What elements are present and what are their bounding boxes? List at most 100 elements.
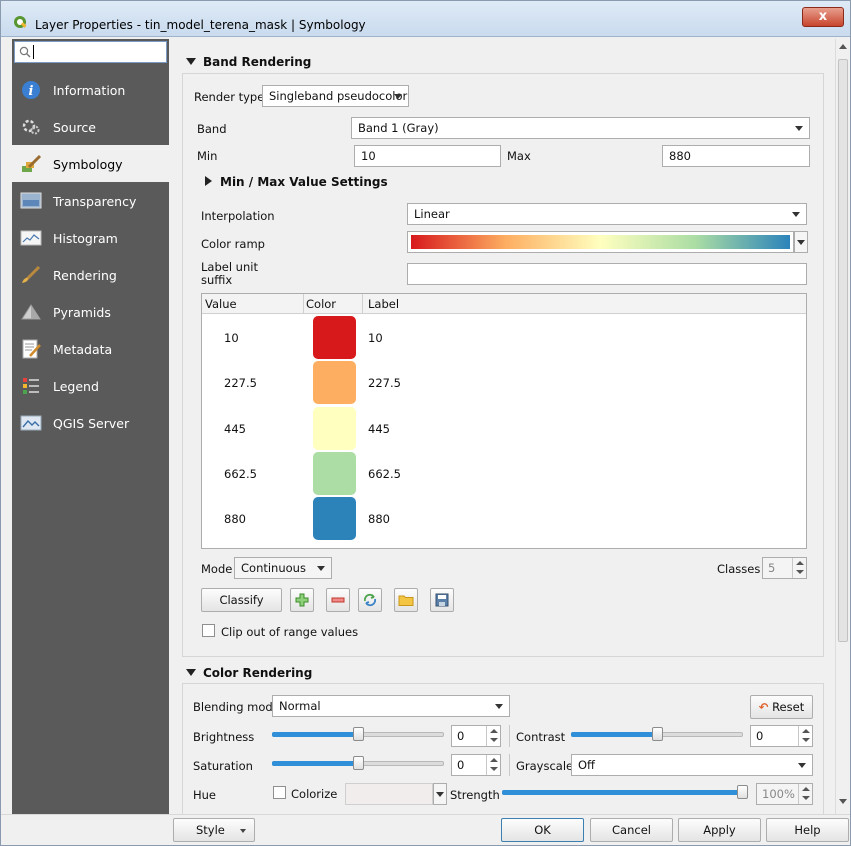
band-rendering-header[interactable]: Band Rendering [186, 55, 311, 69]
sidebar-item-information[interactable]: i Information [12, 71, 169, 108]
color-swatch[interactable] [313, 407, 356, 450]
title-bar[interactable]: Layer Properties - tin_model_terena_mask… [1, 1, 850, 37]
sidebar-item-label: QGIS Server [53, 416, 130, 431]
sidebar-item-transparency[interactable]: Transparency [12, 182, 169, 219]
color-rendering-header[interactable]: Color Rendering [186, 666, 312, 680]
colorize-color-dropdown[interactable] [433, 783, 447, 805]
load-classes-button[interactable] [394, 588, 418, 612]
color-swatch[interactable] [313, 452, 356, 495]
spin-arrows-icon[interactable] [792, 558, 806, 578]
spin-arrows-icon[interactable] [798, 726, 812, 746]
hue-label: Hue [193, 788, 217, 802]
sidebar-item-label: Symbology [53, 157, 123, 172]
transparency-icon [20, 192, 42, 209]
sidebar-item-metadata[interactable]: Metadata [12, 330, 169, 367]
max-input[interactable]: 880 [662, 145, 810, 167]
spin-arrows-icon[interactable] [798, 784, 812, 804]
classify-button[interactable]: Classify [201, 588, 282, 612]
column-header-color[interactable]: Color [306, 297, 336, 311]
table-row[interactable]: 445 445 [202, 406, 806, 451]
strength-spinbox[interactable]: 100% [756, 783, 813, 805]
spin-arrows-icon[interactable] [486, 755, 500, 775]
help-button[interactable]: Help [766, 818, 849, 842]
row-label: 662.5 [368, 467, 401, 481]
clip-out-of-range-checkbox[interactable] [202, 624, 215, 637]
color-swatch[interactable] [313, 316, 356, 359]
grayscale-label: Grayscale [516, 759, 574, 773]
slider-handle[interactable] [353, 727, 364, 741]
band-label: Band [197, 122, 227, 136]
add-class-button[interactable] [290, 588, 314, 612]
row-value: 227.5 [224, 376, 257, 390]
style-menu-button[interactable]: Style [173, 818, 255, 842]
sidebar-item-symbology[interactable]: Symbology [12, 145, 169, 182]
reset-button[interactable]: ↶ Reset [750, 695, 813, 719]
color-classes-table[interactable]: Value Color Label 10 10 227.5 227.5 445 … [201, 293, 807, 549]
sidebar-item-qgis-server[interactable]: QGIS Server [12, 404, 169, 441]
slider-handle[interactable] [652, 727, 663, 741]
min-label: Min [197, 149, 218, 163]
minmax-settings-header[interactable]: Min / Max Value Settings [205, 175, 388, 189]
color-ramp-dropdown[interactable] [794, 231, 808, 253]
max-label: Max [507, 149, 531, 163]
table-row[interactable]: 227.5 227.5 [202, 360, 806, 405]
close-button[interactable]: x [802, 7, 844, 27]
chevron-down-icon [797, 240, 805, 245]
band-select[interactable]: Band 1 (Gray) [351, 117, 810, 139]
sidebar-item-source[interactable]: Source [12, 108, 169, 145]
contrast-spinbox[interactable]: 0 [750, 725, 813, 747]
chevron-down-icon [317, 566, 325, 571]
spin-arrows-icon[interactable] [486, 726, 500, 746]
color-ramp-gradient [411, 235, 790, 249]
table-row[interactable]: 10 10 [202, 315, 806, 360]
mode-select[interactable]: Continuous [234, 557, 332, 579]
color-swatch[interactable] [313, 361, 356, 404]
render-type-select[interactable]: Singleband pseudocolor [262, 85, 409, 107]
row-label: 445 [368, 422, 390, 436]
min-input[interactable]: 10 [354, 145, 501, 167]
colorize-checkbox[interactable] [273, 786, 286, 799]
scroll-thumb[interactable] [838, 59, 848, 642]
remove-class-button[interactable] [326, 588, 350, 612]
ok-button[interactable]: OK [501, 818, 584, 842]
table-row[interactable]: 662.5 662.5 [202, 451, 806, 496]
label-unit-label: Label unit suffix [201, 260, 258, 287]
saturation-slider[interactable] [272, 755, 444, 771]
colorize-color-button[interactable] [345, 783, 433, 805]
search-input[interactable] [14, 41, 167, 63]
brightness-spinbox[interactable]: 0 [451, 725, 501, 747]
chevron-down-icon [495, 704, 503, 709]
chevron-down-icon [240, 829, 246, 833]
colorize-label: Colorize [291, 787, 338, 801]
table-header: Value Color Label [202, 294, 806, 314]
blending-mode-select[interactable]: Normal [272, 695, 510, 717]
contrast-label: Contrast [516, 730, 566, 744]
column-header-value[interactable]: Value [205, 297, 237, 311]
sidebar-item-pyramids[interactable]: Pyramids [12, 293, 169, 330]
sidebar-item-rendering[interactable]: Rendering [12, 256, 169, 293]
vertical-scrollbar[interactable] [835, 39, 850, 814]
contrast-slider[interactable] [571, 726, 743, 742]
strength-slider[interactable] [502, 784, 748, 800]
slider-handle[interactable] [737, 785, 748, 799]
sidebar-item-legend[interactable]: Legend [12, 367, 169, 404]
column-header-label[interactable]: Label [368, 297, 399, 311]
apply-button[interactable]: Apply [678, 818, 761, 842]
label-unit-suffix-input[interactable] [407, 263, 807, 285]
scroll-down-icon[interactable] [839, 799, 847, 804]
clip-out-of-range-label: Clip out of range values [221, 625, 359, 639]
invert-order-button[interactable] [358, 588, 382, 612]
grayscale-select[interactable]: Off [571, 754, 813, 776]
sidebar-item-histogram[interactable]: Histogram [12, 219, 169, 256]
scroll-up-icon[interactable] [839, 44, 847, 49]
cancel-button[interactable]: Cancel [590, 818, 673, 842]
color-swatch[interactable] [313, 497, 356, 540]
table-row[interactable]: 880 880 [202, 496, 806, 541]
color-ramp-button[interactable] [407, 231, 794, 253]
classes-spinbox[interactable]: 5 [762, 557, 807, 579]
interpolation-select[interactable]: Linear [407, 203, 807, 225]
brightness-slider[interactable] [272, 726, 444, 742]
export-classes-button[interactable] [430, 588, 454, 612]
slider-handle[interactable] [353, 756, 364, 770]
saturation-spinbox[interactable]: 0 [451, 754, 501, 776]
